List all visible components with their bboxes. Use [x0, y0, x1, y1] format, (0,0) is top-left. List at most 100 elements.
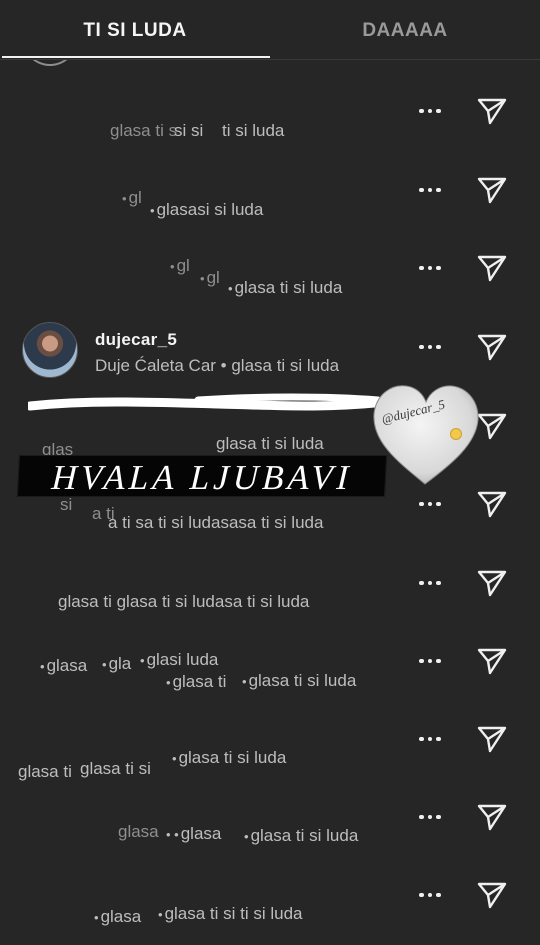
- reply-text-fragment: glasa ti: [18, 762, 72, 781]
- reply-text: • glasi luda: [140, 650, 218, 670]
- reply-text: • gl: [170, 256, 190, 276]
- more-options-icon[interactable]: [410, 797, 450, 837]
- tab-daaaaa[interactable]: DAAAAA: [270, 0, 540, 60]
- reply-text: • glasa: [40, 656, 87, 676]
- more-options-icon[interactable]: [410, 641, 450, 681]
- reply-text: • • glasa: [166, 824, 221, 844]
- username[interactable]: dujecar_5: [95, 330, 177, 350]
- bullet: •: [158, 907, 163, 922]
- more-options-icon[interactable]: [410, 248, 450, 288]
- row-actions: [410, 641, 520, 681]
- reply-text-fragment: ti si luda: [222, 121, 285, 140]
- reply-text-fragment: glasa: [118, 822, 159, 841]
- send-icon[interactable]: [476, 488, 508, 520]
- reply-text: glasa ti glasa ti si ludasa ti si luda: [58, 592, 309, 612]
- reply-text-fragment: glasa ti si luda: [216, 434, 324, 453]
- reply-text-fragment: glasa ti si: [80, 759, 151, 778]
- reply-text-fragment: glasa: [46, 656, 88, 675]
- reply-text-fragment: a ti sa ti si ludasasa ti si luda: [108, 513, 324, 532]
- row-actions: [410, 170, 520, 210]
- reply-text: glasa ti s: [110, 121, 177, 141]
- bullet: •: [244, 829, 249, 844]
- reply-text: glasa ti si luda: [216, 434, 324, 454]
- reply-text-fragment: si si: [174, 121, 204, 140]
- bullet: •: [140, 653, 145, 668]
- bullet: •: [228, 281, 233, 296]
- bullet: •: [170, 259, 175, 274]
- tab-bar: TI SI LUDA DAAAAA: [0, 0, 540, 60]
- scribble-mark: [28, 393, 388, 411]
- reply-text: • glasa: [94, 907, 141, 927]
- send-icon[interactable]: [476, 567, 508, 599]
- more-options-icon[interactable]: [410, 91, 450, 131]
- reply-text-fragment: glasi luda: [146, 650, 219, 669]
- send-icon[interactable]: [476, 174, 508, 206]
- bullet: • •: [166, 827, 179, 842]
- reply-text: • gl: [200, 268, 220, 288]
- bullet: •: [172, 751, 177, 766]
- row-actions: [410, 327, 520, 367]
- bullet: •: [200, 271, 205, 286]
- reply-text: • glasa ti si luda: [228, 278, 342, 298]
- thinking-emoji-icon: [450, 428, 462, 440]
- bullet: •: [94, 910, 99, 925]
- row-actions: [410, 875, 520, 915]
- send-icon[interactable]: [476, 645, 508, 677]
- reply-text: glasa: [118, 822, 159, 842]
- reply-text-fragment: glasa ti si luda: [248, 671, 357, 690]
- reply-text-fragment: glasa ti glasa ti si ludasa ti si luda: [58, 592, 310, 611]
- send-icon[interactable]: [476, 95, 508, 127]
- bullet: •: [122, 191, 127, 206]
- more-options-icon[interactable]: [410, 875, 450, 915]
- more-options-icon[interactable]: [410, 563, 450, 603]
- active-tab-indicator: [2, 56, 270, 58]
- tab-divider: [0, 59, 540, 60]
- reply-text: • glasa ti si luda: [172, 748, 286, 768]
- reply-text-fragment: glasa ti si luda: [250, 826, 359, 845]
- more-options-icon[interactable]: [410, 484, 450, 524]
- bullet: •: [40, 659, 45, 674]
- row-actions: [410, 797, 520, 837]
- row-actions: [410, 719, 520, 759]
- more-options-icon[interactable]: [410, 719, 450, 759]
- reply-text-fragment: gl: [176, 256, 190, 275]
- reply-text-fragment: glasa: [180, 824, 222, 843]
- avatar[interactable]: [22, 322, 78, 378]
- reply-text-fragment: glasasi si luda: [156, 200, 264, 219]
- reply-text-fragment: gla: [108, 654, 132, 673]
- reply-text-fragment: glasa ti si luda: [178, 748, 287, 767]
- reply-text: • glasa ti: [166, 672, 226, 692]
- reply-text: • glasasi si luda: [150, 200, 263, 220]
- reply-text-fragment: glasa ti s: [110, 121, 178, 140]
- bullet: •: [150, 203, 155, 218]
- reply-text: • glasa ti si luda: [244, 826, 358, 846]
- reply-text-fragment: glasa: [100, 907, 142, 926]
- send-icon[interactable]: [476, 801, 508, 833]
- reply-text: glasa ti: [18, 762, 72, 782]
- row-actions: [410, 484, 520, 524]
- text-sticker: HVALA LJUBAVI: [16, 455, 388, 497]
- reply-text-fragment: gl: [128, 188, 142, 207]
- reply-text-fragment: glasa ti si luda: [234, 278, 343, 297]
- row-actions: [410, 248, 520, 288]
- bullet: •: [102, 657, 107, 672]
- reply-text-fragment: gl: [206, 268, 220, 287]
- row-actions: [410, 563, 520, 603]
- reply-text: si si: [174, 121, 203, 141]
- row-actions: [410, 91, 520, 131]
- reply-subtitle: Duje Ćaleta Car • glasa ti si luda: [95, 356, 340, 375]
- send-icon[interactable]: [476, 723, 508, 755]
- more-options-icon[interactable]: [410, 327, 450, 367]
- reply-text-fragment: glasa ti: [172, 672, 227, 691]
- reply-text: • glasa ti si ti si luda: [158, 904, 303, 924]
- reply-text: a ti sa ti si ludasasa ti si luda: [108, 513, 323, 533]
- send-icon[interactable]: [476, 252, 508, 284]
- send-icon[interactable]: [476, 879, 508, 911]
- more-options-icon[interactable]: [410, 170, 450, 210]
- tab-ti-si-luda[interactable]: TI SI LUDA: [0, 0, 270, 60]
- reply-text: • gla: [102, 654, 131, 674]
- reply-text-fragment: glasa ti si ti si luda: [164, 904, 303, 923]
- bullet: •: [242, 674, 247, 689]
- reply-text: • gl: [122, 188, 142, 208]
- send-icon[interactable]: [476, 331, 508, 363]
